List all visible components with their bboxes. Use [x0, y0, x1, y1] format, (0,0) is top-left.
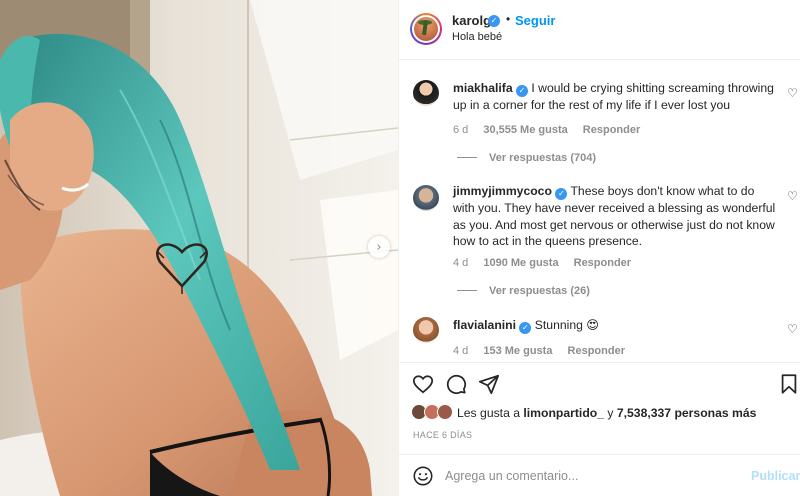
post-date[interactable]: HACE 6 DÍAS — [413, 430, 472, 440]
comment-like-heart-icon[interactable]: ♡ — [787, 322, 798, 336]
view-replies-label: Ver respuestas (26) — [489, 285, 590, 297]
view-replies-button[interactable]: Ver respuestas (704) — [457, 152, 596, 164]
likes-prefix: Les gusta a — [457, 406, 521, 420]
verified-badge-icon: ✓ — [519, 322, 532, 334]
likes-summary: Les gusta a limonpartido_ y 7,538,337 pe… — [399, 404, 800, 426]
separator-dot: • — [506, 12, 511, 26]
post-action-bar — [399, 362, 800, 406]
view-replies-button[interactable]: Ver respuestas (26) — [457, 285, 590, 297]
replies-divider — [457, 290, 477, 291]
comment-time[interactable]: 4 d — [453, 257, 468, 269]
carousel-next-button[interactable]: › — [368, 236, 390, 258]
comment-text: miakhalifa ✓ I would be crying shitting … — [453, 80, 778, 114]
comment-username[interactable]: flavialanini — [453, 318, 516, 332]
comment-like-heart-icon[interactable]: ♡ — [787, 189, 798, 203]
comment-bubble-icon[interactable] — [445, 373, 467, 395]
comment-text: flavialanini ✓ Stunning 😍 — [453, 317, 778, 334]
follow-button[interactable]: Seguir — [515, 13, 555, 28]
post-photo: › — [0, 0, 398, 496]
liker-username-link[interactable]: limonpartido_ — [523, 406, 604, 420]
comment-time[interactable]: 6 d — [453, 124, 468, 136]
emoji-smiley-icon[interactable] — [412, 465, 434, 487]
liker-avatar[interactable] — [437, 404, 453, 420]
likes-count-link[interactable]: 7,538,337 personas más — [617, 406, 757, 420]
bookmark-icon[interactable] — [778, 373, 800, 395]
comment-meta: 4 d 153 Me gusta Responder — [453, 345, 637, 357]
post-side-panel: karolg ✓ • Seguir Hola bebé miakhalifa ✓… — [398, 0, 800, 496]
post-location[interactable]: Hola bebé — [452, 31, 502, 43]
likes-connector: y — [607, 406, 614, 420]
commenter-avatar[interactable] — [413, 317, 439, 343]
reply-button[interactable]: Responder — [574, 257, 631, 269]
publish-button[interactable]: Publicar — [751, 469, 800, 483]
verified-badge-icon: ✓ — [555, 188, 568, 200]
likes-text: Les gusta a limonpartido_ y 7,538,337 pe… — [457, 406, 756, 420]
previous-comment-peek — [399, 60, 800, 62]
replies-divider — [457, 157, 477, 158]
comment-time[interactable]: 4 d — [453, 345, 468, 357]
comment-likes[interactable]: 153 Me gusta — [483, 345, 552, 357]
comment-like-heart-icon[interactable]: ♡ — [787, 86, 798, 100]
verified-badge-icon: ✓ — [516, 85, 529, 97]
reply-button[interactable]: Responder — [583, 124, 640, 136]
comment-likes[interactable]: 1090 Me gusta — [483, 257, 558, 269]
post-header: karolg ✓ • Seguir Hola bebé — [399, 0, 800, 60]
comment-input[interactable] — [445, 465, 735, 487]
heart-icon[interactable] — [412, 373, 434, 395]
comment-body: Stunning 😍 — [534, 318, 599, 332]
photo-illustration — [0, 0, 398, 496]
commenter-avatar[interactable] — [413, 185, 439, 211]
author-username[interactable]: karolg — [452, 13, 491, 28]
commenter-avatar[interactable] — [413, 80, 439, 106]
chevron-right-icon: › — [376, 239, 382, 255]
comment-username[interactable]: jimmyjimmycoco — [453, 184, 552, 198]
paper-plane-icon[interactable] — [478, 373, 500, 395]
comment-composer: Publicar — [399, 454, 800, 496]
comment-username[interactable]: miakhalifa — [453, 81, 513, 95]
comment-meta: 4 d 1090 Me gusta Responder — [453, 257, 643, 269]
comment-likes[interactable]: 30,555 Me gusta — [483, 124, 567, 136]
reply-button[interactable]: Responder — [568, 345, 625, 357]
comment-text: jimmyjimmycoco ✓ These boys don't know w… — [453, 183, 778, 250]
author-avatar[interactable] — [410, 13, 442, 45]
verified-badge-icon: ✓ — [488, 15, 500, 27]
comments-list[interactable]: miakhalifa ✓ I would be crying shitting … — [399, 60, 800, 362]
view-replies-label: Ver respuestas (704) — [489, 152, 597, 164]
comment-meta: 6 d 30,555 Me gusta Responder — [453, 124, 652, 136]
